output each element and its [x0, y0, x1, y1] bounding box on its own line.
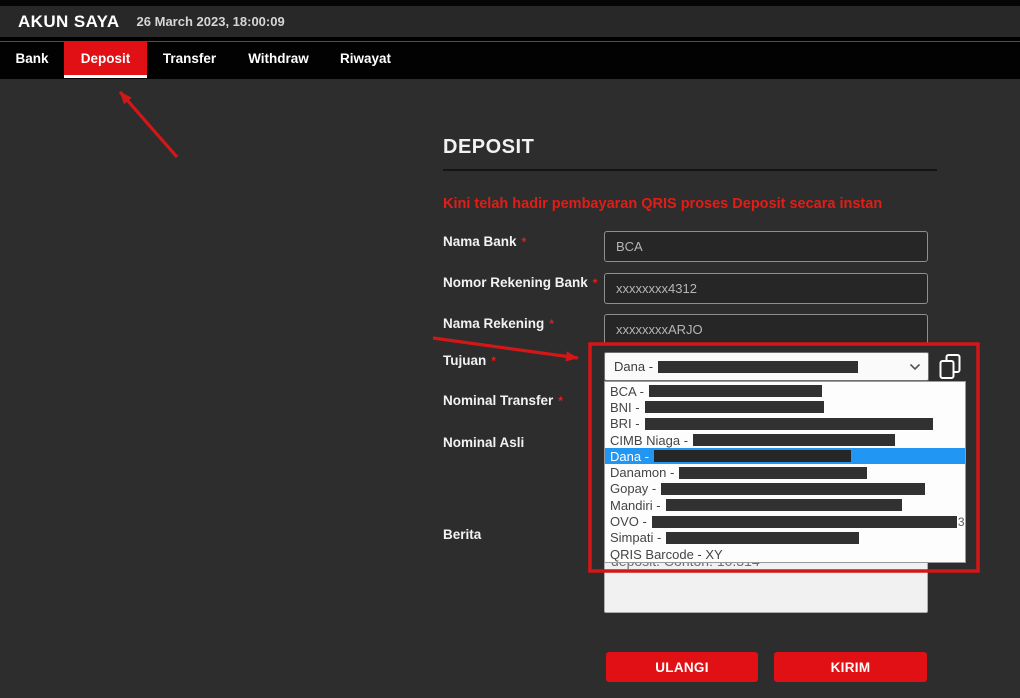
tab-withdraw[interactable]: Withdraw	[232, 42, 325, 75]
label-nama-bank: Nama Bank*	[443, 234, 526, 249]
annotation-arrow-deposit-tab	[120, 92, 177, 157]
header-bar: AKUN SAYA 26 March 2023, 18:00:09	[0, 6, 1020, 37]
tab-transfer[interactable]: Transfer	[147, 42, 232, 75]
page-title: DEPOSIT	[443, 136, 534, 159]
qris-notice: Kini telah hadir pembayaran QRIS proses …	[443, 196, 882, 212]
label-tujuan: Tujuan*	[443, 353, 496, 368]
tujuan-option-bni[interactable]: BNI -	[605, 399, 965, 415]
redaction-bar	[666, 499, 902, 511]
app-title: AKUN SAYA	[18, 12, 120, 32]
required-asterisk: *	[491, 354, 496, 368]
redaction-bar	[652, 516, 957, 528]
tujuan-option-mandiri[interactable]: Mandiri -	[605, 497, 965, 513]
tujuan-select[interactable]: Dana -	[604, 352, 929, 381]
required-asterisk: *	[549, 317, 554, 331]
label-nominal-asli: Nominal Asli	[443, 435, 524, 450]
page: AKUN SAYA 26 March 2023, 18:00:09 Bank D…	[0, 0, 1020, 698]
required-asterisk: *	[593, 276, 598, 290]
redaction-bar	[658, 361, 858, 373]
copy-button[interactable]	[936, 351, 964, 382]
label-nomor-rekening-bank: Nomor Rekening Bank*	[443, 275, 597, 290]
account-digit-fragment: 3	[958, 515, 965, 529]
tujuan-option-bri[interactable]: BRI -	[605, 416, 965, 432]
chevron-down-icon	[909, 363, 921, 371]
redaction-bar	[649, 385, 822, 397]
ulangi-button[interactable]: ULANGI	[606, 652, 758, 682]
tujuan-selected-value: Dana -	[614, 359, 653, 374]
redaction-bar	[693, 434, 895, 446]
redaction-bar	[654, 450, 851, 462]
required-asterisk: *	[522, 235, 527, 249]
nav-bar: Bank Deposit Transfer Withdraw Riwayat	[0, 41, 1020, 79]
title-rule	[443, 169, 937, 171]
redaction-bar	[666, 532, 859, 544]
redaction-bar	[645, 401, 824, 413]
header-datetime: 26 March 2023, 18:00:09	[137, 14, 285, 29]
label-nominal-transfer: Nominal Transfer*	[443, 393, 563, 408]
tujuan-option-gopay[interactable]: Gopay -	[605, 481, 965, 497]
copy-icon	[938, 353, 962, 381]
label-berita: Berita	[443, 527, 481, 542]
tujuan-option-dana-selected[interactable]: Dana -	[605, 448, 965, 464]
redaction-bar	[661, 483, 925, 495]
nama-bank-field[interactable]	[604, 231, 928, 262]
tab-deposit[interactable]: Deposit	[64, 42, 147, 78]
required-asterisk: *	[558, 394, 563, 408]
tujuan-dropdown-list: BCA - BNI - BRI - CIMB Niaga - Dana - Da…	[604, 381, 966, 563]
tujuan-option-cimb-niaga[interactable]: CIMB Niaga -	[605, 432, 965, 448]
tab-riwayat[interactable]: Riwayat	[325, 42, 406, 75]
kirim-button[interactable]: KIRIM	[774, 652, 927, 682]
nama-rekening-field[interactable]	[604, 314, 928, 345]
tujuan-option-qris-barcode[interactable]: QRIS Barcode - XY	[605, 546, 965, 562]
tujuan-option-simpati[interactable]: Simpati -	[605, 530, 965, 546]
redaction-bar	[645, 418, 933, 430]
nomor-rekening-bank-field[interactable]	[604, 273, 928, 304]
label-nama-rekening: Nama Rekening*	[443, 316, 554, 331]
tujuan-option-danamon[interactable]: Danamon -	[605, 464, 965, 480]
tujuan-option-ovo[interactable]: OVO - 3	[605, 513, 965, 529]
tab-bank[interactable]: Bank	[0, 42, 64, 75]
redaction-bar	[679, 467, 867, 479]
tujuan-option-bca[interactable]: BCA -	[605, 383, 965, 399]
